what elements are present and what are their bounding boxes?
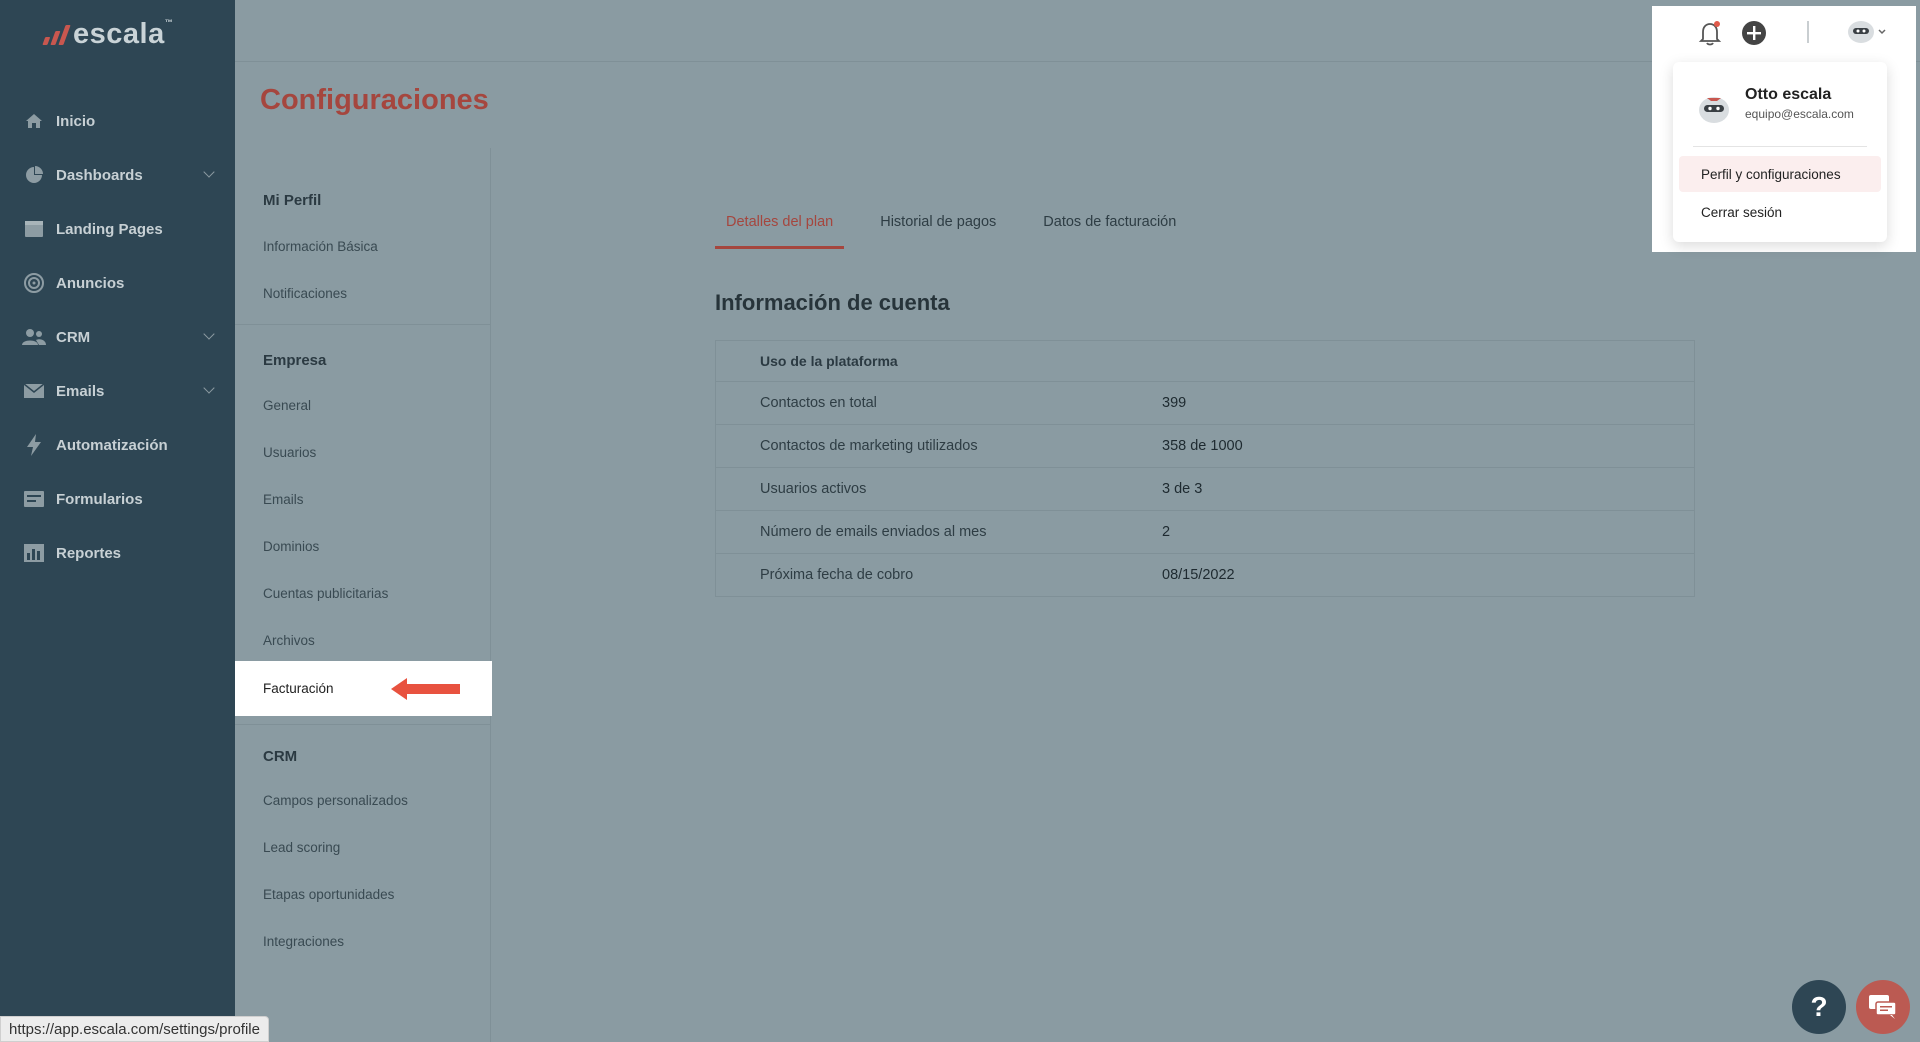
status-bar-url: https://app.escala.com/settings/profile — [0, 1016, 269, 1042]
menu-item-archivos[interactable]: Archivos — [263, 633, 315, 648]
table-row: Próxima fecha de cobro 08/15/2022 — [716, 553, 1694, 596]
menu-item-etapas-oportunidades[interactable]: Etapas oportunidades — [263, 887, 394, 902]
user-dropdown-menu: Otto escala equipo@escala.com Perfil y c… — [1673, 62, 1887, 242]
sidebar-item-formularios[interactable]: Formularios — [0, 472, 235, 526]
page-title: Configuraciones — [260, 84, 489, 116]
logo[interactable]: escala™ — [42, 18, 174, 51]
user-name: Otto escala — [1745, 86, 1832, 103]
avatar — [1697, 92, 1731, 126]
billing-tabs: Detalles del plan Historial de pagos Dat… — [715, 198, 1212, 249]
row-value: 399 — [1162, 395, 1187, 411]
sidebar-item-landing-pages[interactable]: Landing Pages — [0, 202, 235, 256]
row-value: 2 — [1162, 524, 1171, 540]
chevron-down-icon[interactable] — [203, 328, 215, 340]
account-info-title: Información de cuenta — [715, 290, 950, 315]
menu-item-general[interactable]: General — [263, 398, 311, 413]
sidebar-item-emails[interactable]: Emails — [0, 364, 235, 418]
table-row: Contactos en total 399 — [716, 381, 1694, 424]
menu-item-facturacion[interactable]: Facturación — [235, 661, 492, 716]
chevron-down-icon[interactable] — [203, 166, 215, 178]
people-icon — [22, 326, 46, 348]
sidebar-item-label: Automatización — [56, 436, 168, 454]
section-title-mi-perfil: Mi Perfil — [263, 192, 322, 209]
table-row: Número de emails enviados al mes 2 — [716, 510, 1694, 553]
sidebar-item-label: Dashboards — [56, 166, 143, 184]
settings-menu: Mi Perfil Información Básica Notificacio… — [235, 148, 492, 1042]
help-button[interactable]: ? — [1792, 980, 1846, 1034]
window-icon — [22, 218, 46, 240]
menu-item-dominios[interactable]: Dominios — [263, 539, 319, 554]
sidebar-item-label: Anuncios — [56, 274, 125, 292]
chat-button[interactable] — [1856, 980, 1910, 1034]
table-row: Usuarios activos 3 de 3 — [716, 467, 1694, 510]
sidebar-item-label: Formularios — [56, 490, 143, 508]
divider — [235, 724, 491, 725]
chevron-down-icon[interactable] — [203, 382, 215, 394]
section-title-empresa: Empresa — [263, 352, 327, 369]
row-label: Contactos de marketing utilizados — [760, 438, 978, 454]
sidebar-item-inicio[interactable]: Inicio — [0, 94, 235, 148]
row-label: Contactos en total — [760, 395, 877, 411]
menu-item-integraciones[interactable]: Integraciones — [263, 934, 344, 949]
logo-text: escala™ — [73, 18, 174, 50]
row-value: 08/15/2022 — [1162, 567, 1235, 583]
row-value: 3 de 3 — [1162, 481, 1203, 497]
target-icon — [22, 272, 46, 294]
bell-icon[interactable] — [1697, 20, 1723, 51]
form-icon — [22, 488, 46, 510]
sidebar-item-label: Emails — [56, 382, 105, 400]
sidebar-item-reportes[interactable]: Reportes — [0, 526, 235, 580]
sidebar: escala™ Inicio Dashboards Landing Pages — [0, 0, 235, 1042]
menu-item-cerrar-sesion[interactable]: Cerrar sesión — [1679, 194, 1881, 230]
row-value: 358 de 1000 — [1162, 438, 1243, 454]
menu-item-campos-personalizados[interactable]: Campos personalizados — [263, 793, 408, 808]
row-label: Usuarios activos — [760, 481, 867, 497]
lightning-icon — [22, 434, 46, 456]
sidebar-item-label: Landing Pages — [56, 220, 163, 238]
menu-item-label: Facturación — [263, 681, 334, 696]
sidebar-item-label: CRM — [56, 328, 91, 346]
sidebar-item-label: Inicio — [56, 112, 96, 130]
user-email: equipo@escala.com — [1745, 107, 1854, 121]
table-row: Contactos de marketing utilizados 358 de… — [716, 424, 1694, 467]
sidebar-item-dashboards[interactable]: Dashboards — [0, 148, 235, 202]
bar-chart-icon — [22, 542, 46, 564]
menu-item-cuentas-publicitarias[interactable]: Cuentas publicitarias — [263, 586, 388, 601]
tab-detalles-del-plan[interactable]: Detalles del plan — [715, 198, 845, 249]
table-section-header: Uso de la plataforma — [760, 353, 898, 369]
mail-icon — [22, 380, 46, 402]
menu-item-emails[interactable]: Emails — [263, 492, 304, 507]
plus-circle-icon[interactable] — [1741, 20, 1767, 51]
arrow-left-icon — [391, 678, 460, 700]
tab-datos-de-facturacion[interactable]: Datos de facturación — [1032, 198, 1187, 249]
row-label: Número de emails enviados al mes — [760, 524, 987, 540]
pie-chart-icon — [22, 164, 46, 186]
divider — [235, 324, 491, 325]
menu-item-lead-scoring[interactable]: Lead scoring — [263, 840, 340, 855]
menu-item-usuarios[interactable]: Usuarios — [263, 445, 316, 460]
row-label: Próxima fecha de cobro — [760, 567, 914, 583]
sidebar-item-anuncios[interactable]: Anuncios — [0, 256, 235, 310]
chat-icon — [1869, 995, 1897, 1019]
avatar[interactable] — [1846, 18, 1888, 51]
logo-icon — [42, 24, 71, 45]
sidebar-item-automatizacion[interactable]: Automatización — [0, 418, 235, 472]
sidebar-item-crm[interactable]: CRM — [0, 310, 235, 364]
divider — [1693, 146, 1867, 147]
divider — [1807, 21, 1809, 43]
home-icon — [22, 110, 46, 132]
section-title-crm: CRM — [263, 748, 298, 765]
sidebar-nav: Inicio Dashboards Landing Pages Anuncios — [0, 94, 235, 580]
tab-historial-de-pagos[interactable]: Historial de pagos — [869, 198, 1007, 249]
menu-item-informacion-basica[interactable]: Información Básica — [263, 239, 378, 254]
sidebar-item-label: Reportes — [56, 544, 122, 562]
account-usage-table: Uso de la plataforma Contactos en total … — [715, 340, 1695, 597]
menu-item-perfil-y-configuraciones[interactable]: Perfil y configuraciones — [1679, 156, 1881, 192]
menu-item-notificaciones[interactable]: Notificaciones — [263, 286, 347, 301]
